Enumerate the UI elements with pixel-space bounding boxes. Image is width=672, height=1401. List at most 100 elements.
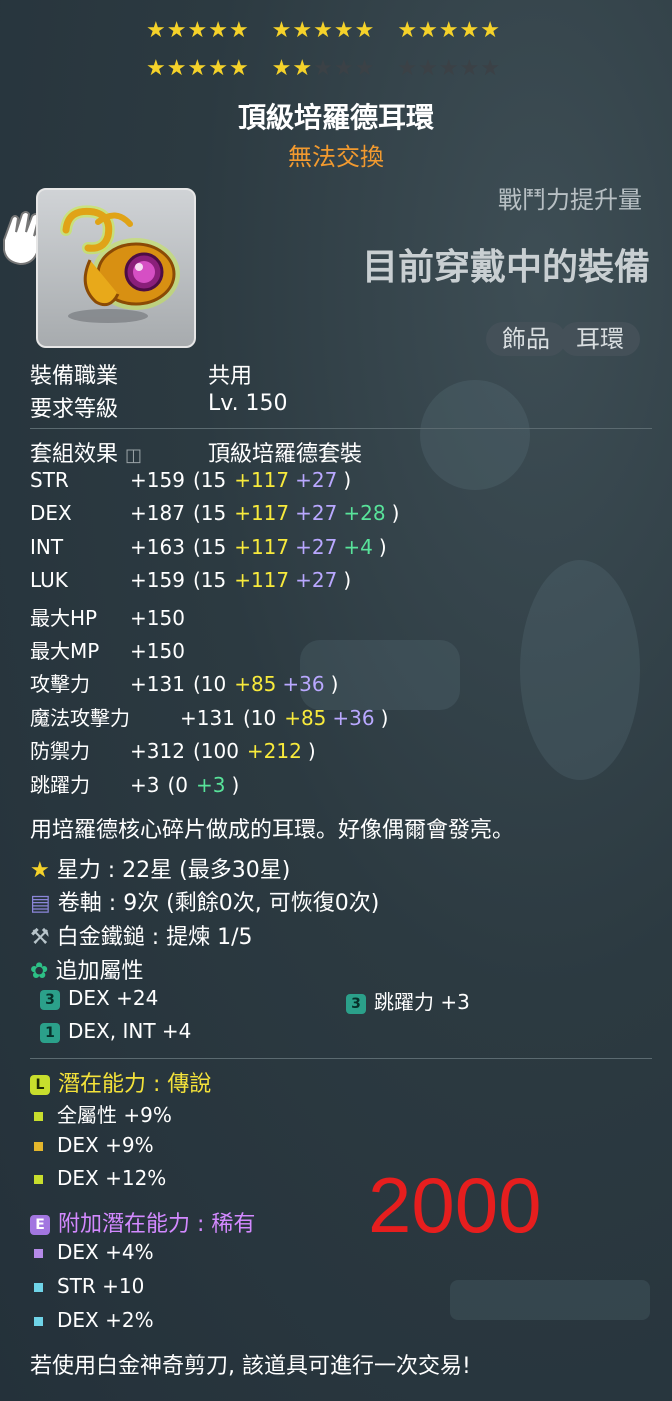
flame-label: 追加屬性	[55, 959, 144, 984]
potential-line: DEX +12%	[34, 1166, 166, 1190]
filled-star-icon: ★	[313, 18, 334, 43]
stat-base: (15	[192, 534, 227, 559]
stat-base: (0	[167, 772, 189, 797]
flame-stat-text: 跳躍力 +3	[374, 990, 470, 1014]
stat-total: +150	[130, 639, 185, 663]
stat-name: INT	[30, 534, 64, 559]
stat-row: 防禦力 +312 (100 +212)	[30, 735, 322, 764]
stat-name: 跳躍力	[30, 772, 90, 797]
stat-total: +150	[130, 605, 185, 630]
item-tooltip: ★★★★★ ★★★★★ ★★★★★ ★★★★★ ★★★★★ ★★★★★ 頂級培羅德耳環 …	[0, 0, 672, 1401]
stat-scroll: +27	[295, 568, 338, 593]
stat-bonus: +117	[234, 568, 290, 593]
empty-star-icon: ★	[480, 56, 502, 81]
flame-stat: 3 DEX +24	[40, 986, 158, 1010]
bg-decoration	[450, 1280, 650, 1320]
stat-base: (10	[242, 705, 277, 730]
bonus-potential-title: 附加潛在能力 : 稀有	[58, 1212, 256, 1237]
bullet-icon	[34, 1112, 43, 1121]
stat-name: 最大HP	[30, 605, 98, 630]
flame-stat-text: DEX, INT +4	[68, 1019, 192, 1043]
hammer-line: ⚒ 白金鐵鎚 : 提煉 1/5	[30, 919, 253, 951]
filled-star-icon: ★	[208, 18, 229, 43]
filled-star-icon: ★	[208, 56, 229, 81]
set-effect-label-text: 套組效果	[30, 442, 119, 467]
stat-close: )	[378, 534, 387, 559]
filled-star-icon: ★	[292, 56, 314, 81]
stat-base: (15	[192, 568, 227, 593]
filled-star-icon: ★	[166, 18, 188, 43]
bullet-icon	[34, 1175, 43, 1184]
star-force-row-2: ★★★★★ ★★★★★ ★★★★★	[146, 56, 536, 81]
filled-star-icon: ★	[333, 18, 355, 43]
item-title: 頂級培羅德耳環	[237, 101, 434, 134]
stat-row: DEX +187 (15 +117 +27 +28)	[30, 501, 405, 526]
stat-scroll: +27	[295, 534, 338, 559]
stat-total: +131	[180, 705, 235, 730]
filled-star-icon: ★	[146, 56, 167, 81]
stat-scroll: +27	[295, 468, 338, 492]
empty-star-icon: ★	[313, 56, 334, 81]
stat-base: (15	[192, 501, 227, 526]
bonus-potential-line: DEX +4%	[34, 1240, 154, 1264]
filled-star-icon: ★	[271, 56, 293, 81]
stat-name: 攻擊力	[30, 672, 90, 697]
stat-name: 防禦力	[30, 739, 90, 764]
item-icon-frame	[36, 188, 196, 348]
empty-star-icon: ★	[418, 56, 439, 81]
stat-name: 魔法攻擊力	[30, 705, 130, 730]
filled-star-icon: ★	[292, 18, 314, 43]
filled-star-icon: ★	[187, 56, 209, 81]
scroll-icon: ▤	[30, 891, 51, 916]
stat-total: +163	[130, 534, 185, 559]
flame-tier-badge: 3	[40, 989, 60, 1010]
stat-name: DEX	[30, 501, 72, 526]
empty-star-icon: ★	[438, 56, 460, 81]
stat-row: LUK +159 (15 +117 +27)	[30, 568, 357, 593]
set-effect-value: 頂級培羅德套裝	[208, 442, 363, 467]
stat-total: +159	[130, 568, 185, 593]
flame-tier-badge: 3	[346, 993, 366, 1014]
stat-total: +159	[130, 468, 185, 492]
filled-star-icon: ★	[228, 56, 250, 81]
equipped-label: 目前穿戴中的裝備	[361, 247, 650, 288]
stat-row: 跳躍力 +3 (0 +3)	[30, 769, 245, 798]
bonus-potential-line-text: DEX +2%	[57, 1308, 154, 1332]
bg-decoration	[420, 380, 530, 490]
flame-line: ✿ 追加屬性	[30, 953, 143, 985]
stat-bonus: +85	[234, 672, 277, 697]
potential-grade-badge: L	[30, 1075, 50, 1095]
stat-bonus: +85	[284, 705, 327, 730]
empty-star-icon: ★	[333, 56, 355, 81]
hammer-text: 白金鐵鎚 : 提煉 1/5	[56, 925, 253, 950]
leaf-icon: ✿	[30, 959, 49, 984]
filled-star-icon: ★	[166, 56, 188, 81]
requirement-job-label: 裝備職業	[30, 364, 119, 389]
item-description: 用培羅德核心碎片做成的耳環。好像偶爾會發亮。	[30, 818, 515, 843]
empty-star-icon: ★	[397, 56, 419, 81]
filled-star-icon: ★	[397, 18, 419, 43]
scissors-footer: 若使用白金神奇剪刀, 該道具可進行一次交易!	[30, 1354, 471, 1379]
bonus-potential-line-text: DEX +4%	[57, 1240, 154, 1264]
price-annotation: 2000	[368, 1161, 542, 1249]
stat-row: 魔法攻擊力 +131 (10 +85 +36)	[30, 702, 394, 731]
hammer-icon: ⚒	[30, 925, 50, 950]
stat-base: (10	[192, 672, 227, 697]
potential-line: DEX +9%	[34, 1133, 154, 1157]
star-force-row-1: ★★★★★ ★★★★★ ★★★★★	[146, 18, 536, 43]
bonus-potential-line-text: STR +10	[57, 1274, 145, 1298]
flame-tier-badge: 1	[40, 1022, 60, 1043]
bonus-potential-line: DEX +2%	[34, 1308, 154, 1332]
filled-star-icon: ★	[354, 18, 376, 43]
flame-stat-text: DEX +24	[68, 986, 159, 1010]
filled-star-icon: ★	[228, 18, 250, 43]
trade-status: 無法交換	[288, 143, 384, 171]
stat-name: STR	[30, 468, 69, 492]
bullet-icon	[34, 1317, 43, 1326]
bullet-icon	[34, 1283, 43, 1292]
bullet-icon	[34, 1142, 43, 1151]
stat-total: +187	[130, 501, 185, 526]
requirement-job-value: 共用	[208, 364, 253, 389]
set-effect-label: 套組效果 ◫	[30, 436, 142, 468]
empty-star-icon: ★	[459, 56, 481, 81]
